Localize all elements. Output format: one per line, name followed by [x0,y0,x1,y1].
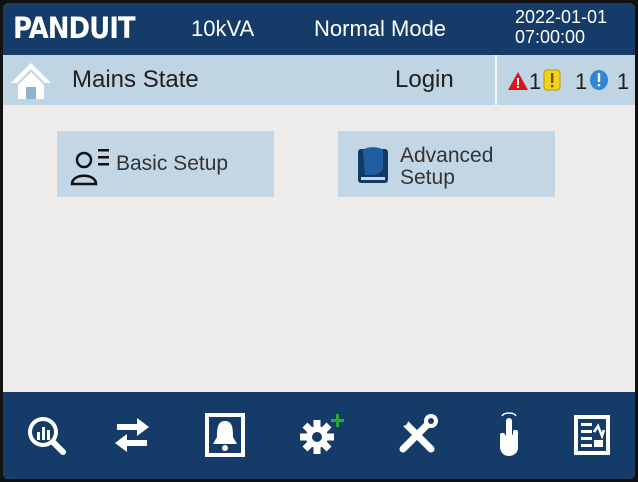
critical-alarm-icon [508,72,528,90]
advanced-setup-icon [358,147,388,183]
advanced-setup-button[interactable]: Advanced Setup [338,131,555,197]
advanced-setup-label-line-2: Setup [400,166,455,189]
alarm-bell-icon[interactable] [202,412,248,458]
tools-icon[interactable] [394,412,440,458]
settings-plus-icon[interactable] [298,412,344,458]
basic-setup-button[interactable]: Basic Setup [57,131,274,197]
user-settings-icon [70,149,109,186]
touch-control-icon[interactable] [486,412,532,458]
state-bar: Mains State Login 1 1 1 [3,55,635,105]
header-bar: PANDUIT 10kVA Normal Mode 2022-01-01 07:… [3,3,635,55]
time-text: 07:00:00 [515,27,586,47]
basic-setup-label: Basic Setup [116,153,228,175]
warning-alarm-icon [543,69,561,91]
advanced-setup-label-line-1: Advanced [400,144,494,167]
log-record-icon[interactable] [570,412,616,458]
info-alarm-icon [590,70,608,90]
bottom-nav-bar [3,392,635,479]
divider [495,55,497,105]
info-alarm-count: 1 [617,69,630,94]
login-button[interactable]: Login [395,66,454,94]
advanced-setup-label: Advanced Setup [400,145,493,189]
hmi-screen: PANDUIT 10kVA Normal Mode 2022-01-01 07:… [3,3,635,479]
home-icon[interactable] [9,59,53,101]
date-text: 2022-01-01 [515,7,608,27]
mode-label: Normal Mode [314,16,447,41]
data-analysis-icon[interactable] [23,412,69,458]
page-title: Mains State [72,66,199,93]
capacity-label: 10kVA [191,16,255,41]
alarm-summary[interactable]: 1 1 1 [503,65,633,95]
datetime-display: 2022-01-01 07:00:00 [515,7,607,47]
transfer-icon[interactable] [109,412,155,458]
device-frame: PANDUIT 10kVA Normal Mode 2022-01-01 07:… [0,0,638,482]
basic-setup-label-line: Basic Setup [116,152,229,175]
brand-logo: PANDUIT [13,12,136,46]
critical-alarm-count: 1 [529,69,542,94]
warning-alarm-count: 1 [575,69,588,94]
